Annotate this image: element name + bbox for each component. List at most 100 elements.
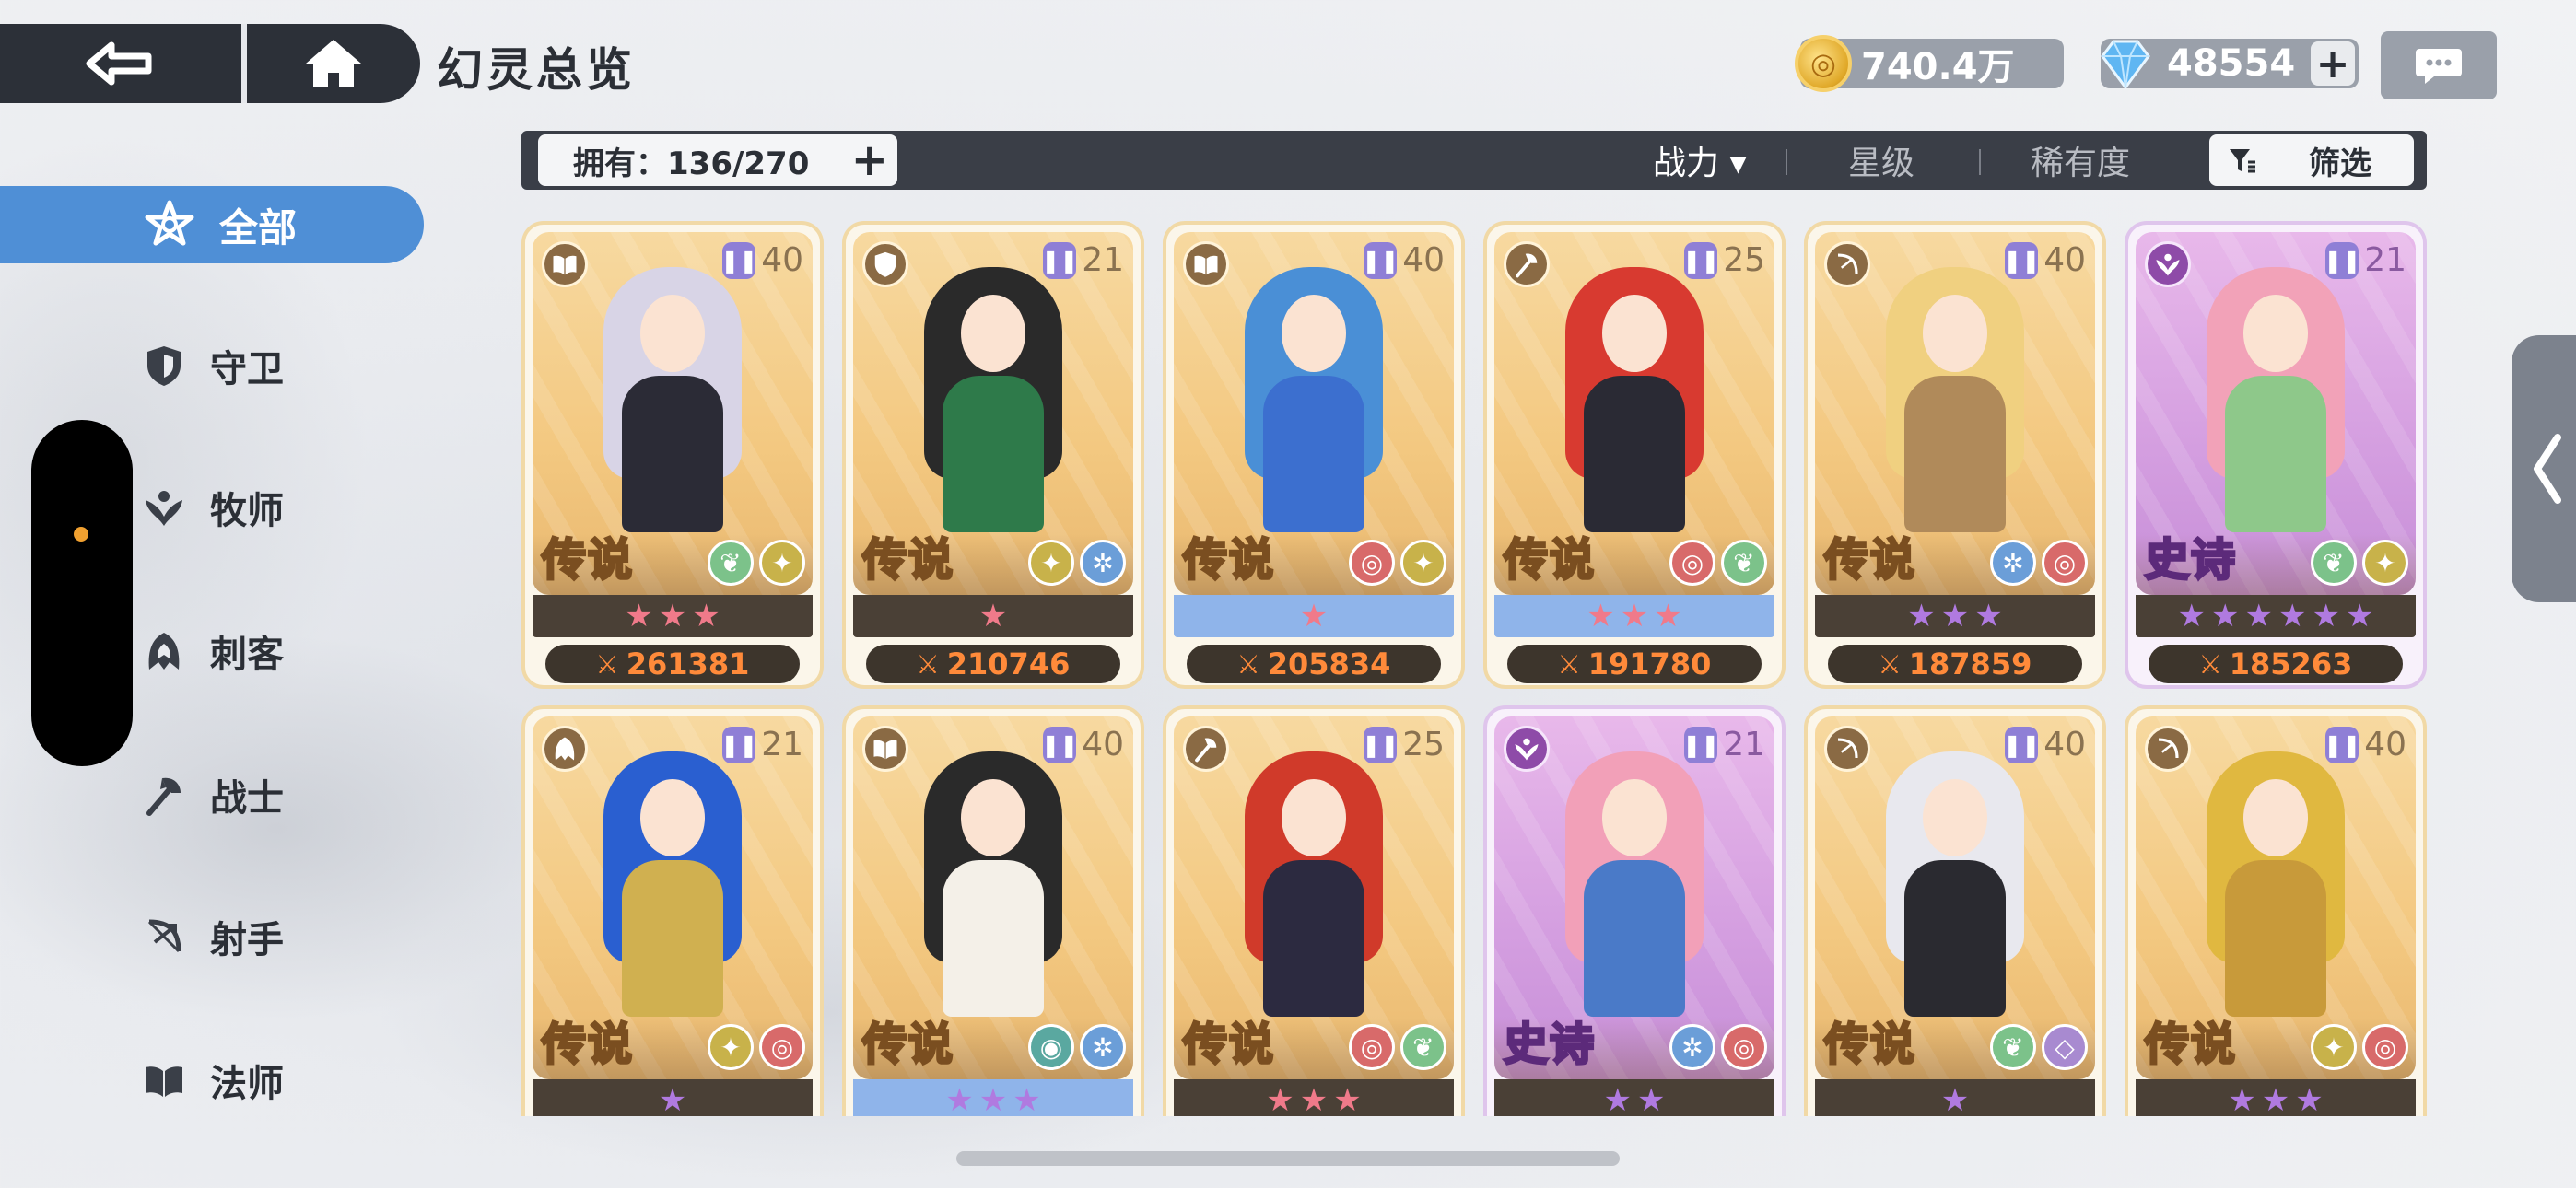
hero-level: 40 bbox=[2043, 726, 2086, 763]
shield-icon bbox=[862, 241, 908, 287]
hero-card[interactable]: ❚❚ 40 传说 ❦ ◇ ★ bbox=[1804, 705, 2106, 1116]
star-icon: ★ bbox=[945, 1082, 974, 1116]
hero-card[interactable]: ❚❚ 40 传说 ◎ ✦ ★ ⚔ 205834 bbox=[1163, 221, 1465, 689]
hero-card[interactable]: ❚❚ 40 传说 ✦ ◎ ★ ★ ★ bbox=[2125, 705, 2427, 1116]
book-icon bbox=[542, 241, 588, 287]
star-icon: ★ bbox=[1299, 598, 1329, 635]
power-badge: ⚔ 210746 bbox=[866, 645, 1120, 683]
hero-card[interactable]: ❚❚ 40 传说 ◉ ✲ ★ ★ ★ bbox=[842, 705, 1144, 1116]
back-arrow-icon bbox=[86, 41, 152, 86]
power-value: 210746 bbox=[946, 646, 1071, 681]
level-indicator: ❚❚ 21 bbox=[720, 726, 803, 763]
star-icon: ★ bbox=[2345, 598, 2374, 635]
sidebar-item-guard[interactable]: 守卫 bbox=[138, 333, 284, 398]
hero-card[interactable]: ❚❚ 40 传说 ❦ ✦ ★ ★ ★ ⚔ 261381 bbox=[521, 221, 824, 689]
sidebar-item-all[interactable]: 全部 bbox=[0, 186, 424, 263]
level-pause-icon: ❚❚ bbox=[2003, 241, 2040, 279]
star-rating: ★ ★ ★ bbox=[1815, 595, 2095, 637]
hero-figure bbox=[585, 258, 760, 534]
star-icon: ★ bbox=[1013, 1082, 1041, 1116]
hero-portrait: ❚❚ 21 史诗 ❦ ✦ bbox=[2136, 232, 2416, 595]
gold-amount: 740.4万 bbox=[1861, 46, 2015, 88]
axe-icon bbox=[138, 773, 190, 817]
element-frost-icon: ✲ bbox=[1080, 540, 1126, 586]
expand-plus-icon[interactable]: + bbox=[851, 134, 888, 186]
hero-card[interactable]: ❚❚ 21 传说 ✦ ✲ ★ ⚔ 210746 bbox=[842, 221, 1144, 689]
hero-outfit bbox=[622, 376, 723, 532]
scroll-indicator[interactable] bbox=[31, 420, 133, 766]
hero-card[interactable]: ❚❚ 21 传说 ✦ ◎ ★ bbox=[521, 705, 824, 1116]
add-gems-button[interactable]: + bbox=[2311, 41, 2355, 87]
hero-card[interactable]: ❚❚ 21 史诗 ❦ ✦ ★ ★ ★ ★ ★ ★ ⚔ 185263 bbox=[2125, 221, 2427, 689]
element-frost-icon: ✲ bbox=[1080, 1024, 1126, 1070]
sidebar-item-priest[interactable]: 牧师 bbox=[138, 475, 284, 540]
sidebar-item-label: 射手 bbox=[210, 919, 284, 961]
star-rating: ★ bbox=[1815, 1079, 2095, 1116]
level-pause-icon: ❚❚ bbox=[2003, 726, 2040, 763]
hero-level: 25 bbox=[1723, 241, 1765, 279]
hero-outfit bbox=[1904, 860, 2006, 1017]
hero-face bbox=[1602, 779, 1667, 856]
sidebar-item-archer[interactable]: 射手 bbox=[138, 904, 284, 969]
star-icon: ★ bbox=[1587, 598, 1615, 635]
hero-card[interactable]: ❚❚ 21 史诗 ✲ ◎ ★ ★ bbox=[1483, 705, 1786, 1116]
hero-portrait: ❚❚ 25 传说 ◎ ❦ bbox=[1494, 232, 1774, 595]
rarity-label: 传说 bbox=[861, 1018, 955, 1072]
hero-card[interactable]: ❚❚ 25 传说 ◎ ❦ ★ ★ ★ ⚔ 191780 bbox=[1483, 221, 1786, 689]
home-button[interactable] bbox=[247, 24, 420, 103]
scroll-indicator-dot bbox=[74, 527, 88, 542]
power-badge: ⚔ 191780 bbox=[1507, 645, 1762, 683]
sort-star-tab[interactable]: 星级 bbox=[1848, 131, 1914, 190]
hero-figure bbox=[1547, 742, 1722, 1019]
sidebar-item-warrior[interactable]: 战士 bbox=[138, 763, 284, 827]
sidebar-item-mage[interactable]: 法师 bbox=[138, 1048, 284, 1112]
chevron-left-icon bbox=[2534, 434, 2561, 504]
element-frost-icon: ✲ bbox=[1990, 540, 2036, 586]
sidebar-item-assassin[interactable]: 刺客 bbox=[138, 619, 284, 683]
rarity-label: 史诗 bbox=[2143, 533, 2238, 588]
sort-rarity-tab[interactable]: 稀有度 bbox=[2031, 131, 2130, 190]
element-leaf-icon: ❦ bbox=[1990, 1024, 2036, 1070]
crossed-swords-icon: ⚔ bbox=[1878, 648, 1902, 680]
chat-button[interactable] bbox=[2381, 31, 2497, 99]
divider bbox=[1786, 149, 1787, 175]
sidebar-item-label: 守卫 bbox=[210, 348, 284, 390]
element-swirl-icon: ◎ bbox=[2042, 540, 2088, 586]
bow-icon bbox=[2145, 726, 2191, 772]
sidebar-item-label: 战士 bbox=[210, 777, 284, 820]
star-icon: ★ bbox=[2177, 598, 2207, 635]
chat-bubble-icon bbox=[2416, 49, 2462, 84]
element-leaf-icon: ❦ bbox=[708, 540, 754, 586]
star-icon: ★ bbox=[1637, 1082, 1666, 1116]
rarity-label: 传说 bbox=[540, 1018, 635, 1072]
axe-icon bbox=[1504, 241, 1550, 287]
star-icon: ★ bbox=[1333, 1082, 1362, 1116]
rarity-label: 传说 bbox=[1181, 1018, 1276, 1072]
hero-figure bbox=[2188, 258, 2363, 534]
star-icon: ★ bbox=[1603, 1082, 1632, 1116]
hero-card[interactable]: ❚❚ 40 传说 ✲ ◎ ★ ★ ★ ⚔ 187859 bbox=[1804, 221, 2106, 689]
expand-panel-tab[interactable] bbox=[2512, 335, 2576, 602]
level-indicator: ❚❚ 21 bbox=[1682, 726, 1765, 763]
hero-card[interactable]: ❚❚ 25 传说 ◎ ❦ ★ ★ ★ bbox=[1163, 705, 1465, 1116]
bow-icon bbox=[1824, 241, 1870, 287]
owned-count-box[interactable]: 拥有：136/270 + bbox=[538, 134, 897, 186]
hero-level: 40 bbox=[1082, 726, 1124, 763]
filter-bar: 拥有：136/270 + 战力 ▾ 星级 稀有度 筛选 bbox=[521, 131, 2427, 190]
sort-power-tab[interactable]: 战力 ▾ bbox=[1653, 131, 1747, 190]
star-rating: ★ ★ ★ bbox=[2136, 1079, 2416, 1116]
hero-face bbox=[1923, 295, 1987, 372]
home-indicator[interactable] bbox=[956, 1151, 1620, 1166]
crossed-swords-icon: ⚔ bbox=[1557, 648, 1581, 680]
assassin-icon bbox=[542, 726, 588, 772]
star-icon: ★ bbox=[1299, 1082, 1329, 1116]
star-icon: ★ bbox=[2211, 598, 2240, 635]
filter-button[interactable]: 筛选 bbox=[2209, 134, 2414, 186]
back-button[interactable] bbox=[0, 24, 247, 103]
hero-face bbox=[640, 779, 705, 856]
element-leaf-icon: ❦ bbox=[2311, 540, 2357, 586]
gem-amount: 48554 bbox=[2167, 42, 2296, 85]
level-pause-icon: ❚❚ bbox=[720, 241, 757, 279]
crossed-swords-icon: ⚔ bbox=[916, 648, 940, 680]
hero-level: 40 bbox=[1402, 241, 1445, 279]
